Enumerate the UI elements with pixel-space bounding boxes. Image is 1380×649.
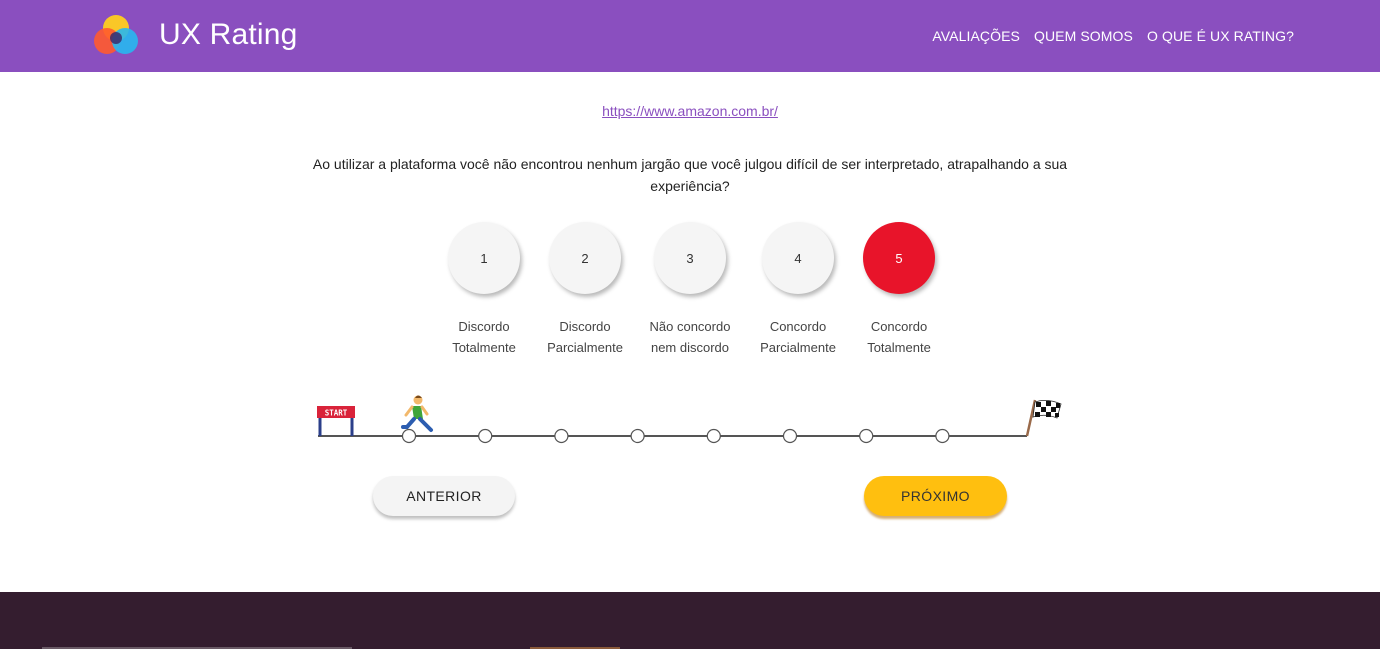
rating-label-4-line1: Concordo bbox=[769, 319, 827, 334]
nav-link-quem-somos[interactable]: QUEM SOMOS bbox=[1034, 28, 1133, 44]
next-button[interactable]: PRÓXIMO bbox=[864, 476, 1007, 516]
main-nav: AVALIAÇÕES QUEM SOMOS O QUE É UX RATING? bbox=[932, 28, 1294, 44]
rating-label-5-line2: Totalmente bbox=[867, 340, 931, 355]
progress-step-5 bbox=[706, 428, 721, 444]
progress-step-6 bbox=[782, 428, 798, 444]
progress-step-2 bbox=[478, 428, 493, 444]
rating-option-4: 4 Concordo Parcialmente bbox=[746, 222, 850, 358]
rating-label-1: Discordo Totalmente bbox=[432, 316, 536, 358]
start-sign-icon: START bbox=[317, 406, 355, 436]
rating-label-4-line2: Parcialmente bbox=[760, 340, 836, 355]
rating-label-1-line2: Totalmente bbox=[452, 340, 516, 355]
rating-label-2-line1: Discordo bbox=[559, 319, 611, 334]
evaluated-site: https://www.amazon.com.br/ bbox=[0, 103, 1380, 119]
rating-label-3-line1: Não concordo bbox=[649, 319, 731, 334]
rating-label-3: Não concordo nem discordo bbox=[638, 316, 742, 358]
rating-label-5: Concordo Totalmente bbox=[847, 316, 951, 358]
page-footer bbox=[0, 592, 1380, 649]
ux-rating-logo-icon[interactable] bbox=[93, 13, 139, 57]
progress-step-8 bbox=[935, 428, 950, 444]
rating-option-5: 5 Concordo Totalmente bbox=[847, 222, 951, 358]
nav-link-o-que-e-ux-rating[interactable]: O QUE É UX RATING? bbox=[1147, 28, 1294, 44]
runner-icon bbox=[401, 395, 433, 432]
rating-option-3: 3 Não concordo nem discordo bbox=[638, 222, 742, 358]
rating-label-1-line1: Discordo bbox=[458, 319, 510, 334]
rating-label-2: Discordo Parcialmente bbox=[533, 316, 637, 358]
checkered-flag-icon bbox=[1025, 399, 1062, 437]
rating-label-2-line2: Parcialmente bbox=[547, 340, 623, 355]
rating-option-1: 1 Discordo Totalmente bbox=[432, 222, 536, 358]
survey-progress-track: START bbox=[317, 395, 1062, 444]
brand-title[interactable]: UX Rating bbox=[159, 18, 298, 52]
rating-button-1[interactable]: 1 bbox=[448, 222, 520, 294]
progress-step-3 bbox=[554, 428, 569, 444]
rating-label-4: Concordo Parcialmente bbox=[746, 316, 850, 358]
question-text: Ao utilizar a plataforma você não encont… bbox=[312, 156, 1068, 194]
progress-step-1 bbox=[401, 428, 417, 444]
nav-link-avaliacoes[interactable]: AVALIAÇÕES bbox=[932, 28, 1020, 44]
rating-options: 1 Discordo Totalmente 2 Discordo Parcialme… bbox=[432, 222, 952, 362]
progress-step-7 bbox=[859, 428, 874, 444]
evaluated-site-link[interactable]: https://www.amazon.com.br/ bbox=[602, 103, 778, 119]
rating-button-5[interactable]: 5 bbox=[863, 222, 935, 294]
previous-button[interactable]: ANTERIOR bbox=[373, 476, 515, 516]
top-app-bar: UX Rating AVALIAÇÕES QUEM SOMOS O QUE É … bbox=[0, 0, 1380, 72]
rating-button-4[interactable]: 4 bbox=[762, 222, 834, 294]
rating-button-2[interactable]: 2 bbox=[549, 222, 621, 294]
start-sign-text: START bbox=[325, 409, 348, 418]
rating-option-2: 2 Discordo Parcialmente bbox=[533, 222, 637, 358]
rating-button-3[interactable]: 3 bbox=[654, 222, 726, 294]
progress-step-4 bbox=[630, 428, 645, 444]
rating-label-5-line1: Concordo bbox=[870, 319, 928, 334]
rating-label-3-line2: nem discordo bbox=[650, 340, 730, 355]
